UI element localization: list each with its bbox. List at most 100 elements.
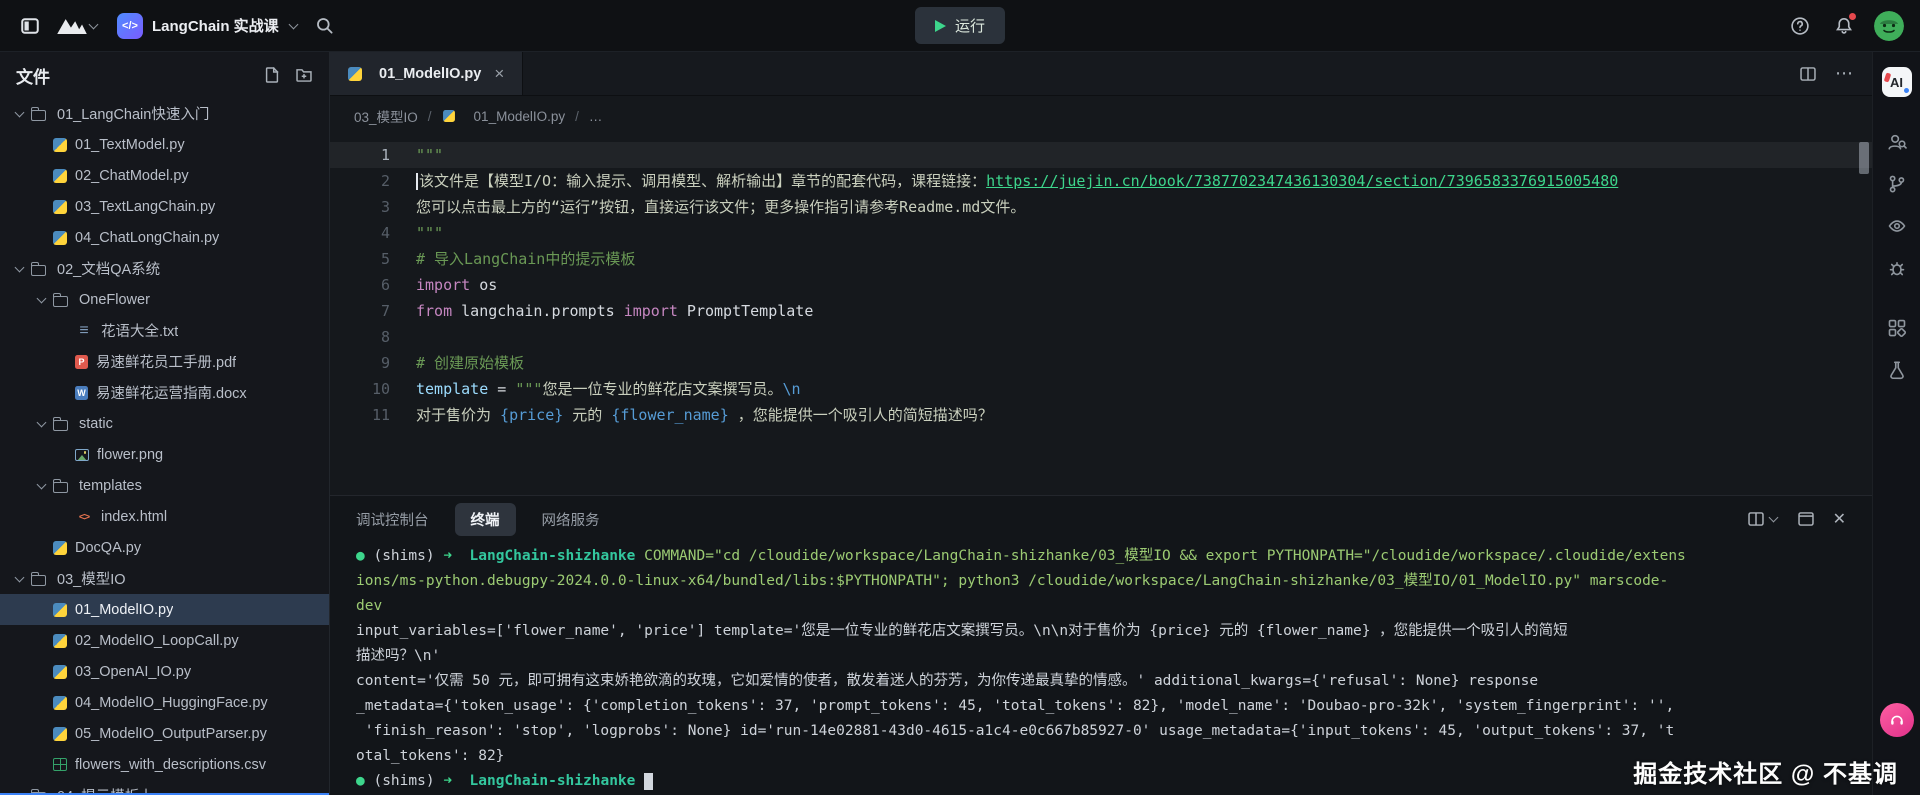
- close-panel-icon[interactable]: ✕: [1833, 509, 1846, 529]
- more-actions-icon[interactable]: ⋯: [1835, 63, 1854, 84]
- code-token: 元的: [563, 406, 611, 424]
- tree-file-item[interactable]: 03_OpenAI_IO.py: [0, 656, 329, 687]
- code-token: {flower_name}: [611, 406, 728, 424]
- panel-tab[interactable]: 终端: [455, 503, 516, 536]
- panel-tab[interactable]: 调试控制台: [356, 509, 429, 530]
- tree-file-item[interactable]: 02_ChatModel.py: [0, 160, 329, 191]
- code-line[interactable]: 9# 创建原始模板: [330, 350, 1872, 376]
- app-logo-icon[interactable]: [56, 16, 99, 35]
- pdf-icon: [75, 355, 88, 369]
- tree-folder-item[interactable]: static: [0, 408, 329, 439]
- code-text: from langchain.prompts import PromptTemp…: [390, 298, 813, 324]
- terminal-line: 'finish_reason': 'stop', 'logprobs': Non…: [356, 719, 1872, 744]
- py-icon: [53, 200, 67, 214]
- terminal-line: ions/ms-python.debugpy-2024.0.0-linux-x6…: [356, 569, 1872, 594]
- code-line[interactable]: 10template = """您是一位专业的鲜花店文案撰写员。\n: [330, 376, 1872, 402]
- run-button[interactable]: 运行: [915, 7, 1005, 44]
- terminal-token: COMMAND="cd /cloudide/workspace/LangChai…: [644, 548, 1686, 564]
- breadcrumb-folder[interactable]: 03_模型IO: [354, 106, 418, 126]
- tree-file-item[interactable]: 易速鲜花员工手册.pdf: [0, 346, 329, 377]
- code-line[interactable]: 11对于售价为 {price} 元的 {flower_name} ，您能提供一个…: [330, 402, 1872, 428]
- maximize-panel-icon[interactable]: [1797, 510, 1815, 528]
- close-icon[interactable]: ×: [494, 64, 504, 84]
- notification-dot: [1849, 13, 1856, 20]
- code-line[interactable]: 2该文件是【模型I/O：输入提示、调用模型、解析输出】章节的配套代码，课程链接：…: [330, 168, 1872, 194]
- tree-item-label: 03_模型IO: [57, 568, 126, 589]
- top-bar: </> LangChain 实战课 运行: [0, 0, 1920, 52]
- code-token: langchain.prompts: [452, 302, 624, 320]
- editor-tab[interactable]: 01_ModelIO.py ×: [330, 52, 523, 95]
- tree-folder-item[interactable]: 02_文档QA系统: [0, 253, 329, 284]
- user-search-icon[interactable]: [1877, 122, 1917, 162]
- split-editor-icon[interactable]: [1799, 65, 1817, 83]
- test-flask-icon[interactable]: [1877, 350, 1917, 390]
- terminal-line: ● (shims) ➜ LangChain-shizhanke COMMAND=…: [356, 544, 1872, 569]
- preview-eye-icon[interactable]: [1877, 206, 1917, 246]
- code-line[interactable]: 7from langchain.prompts import PromptTem…: [330, 298, 1872, 324]
- git-branch-icon[interactable]: [1877, 164, 1917, 204]
- tree-file-item[interactable]: 01_ModelIO.py: [0, 594, 329, 625]
- breadcrumb: 03_模型IO / 01_ModelIO.py / …: [330, 96, 1872, 136]
- code-token: # 导入LangChain中的提示模板: [416, 250, 635, 268]
- split-terminal-icon[interactable]: [1747, 510, 1779, 528]
- debug-bug-icon[interactable]: [1877, 248, 1917, 288]
- tree-item-label: 05_ModelIO_OutputParser.py: [75, 726, 267, 742]
- file-explorer: 文件 01_LangCha: [0, 52, 330, 795]
- terminal-token: ●: [356, 548, 365, 564]
- code-line[interactable]: 6import os: [330, 272, 1872, 298]
- search-icon[interactable]: [311, 12, 339, 40]
- python-file-icon: [348, 67, 362, 81]
- breadcrumb-separator: /: [575, 109, 579, 124]
- code-line[interactable]: 8: [330, 324, 1872, 350]
- tree-folder-item[interactable]: 03_模型IO: [0, 563, 329, 594]
- code-editor[interactable]: 1"""2该文件是【模型I/O：输入提示、调用模型、解析输出】章节的配套代码，课…: [330, 136, 1872, 495]
- tree-folder-item[interactable]: 01_LangChain快速入门: [0, 98, 329, 129]
- tree-file-item[interactable]: 04_ChatLongChain.py: [0, 222, 329, 253]
- tree-file-item[interactable]: index.html: [0, 501, 329, 532]
- tree-item-label: DocQA.py: [75, 540, 141, 556]
- terminal-line: _metadata={'token_usage': {'completion_t…: [356, 694, 1872, 719]
- tree-file-item[interactable]: 02_ModelIO_LoopCall.py: [0, 625, 329, 656]
- code-line[interactable]: 4""": [330, 220, 1872, 246]
- tree-file-item[interactable]: DocQA.py: [0, 532, 329, 563]
- tree-file-item[interactable]: flower.png: [0, 439, 329, 470]
- sidebar-toggle-icon[interactable]: [16, 12, 44, 40]
- course-link[interactable]: https://juejin.cn/book/73877023474361303…: [986, 172, 1618, 190]
- line-number: 7: [330, 298, 390, 324]
- tree-file-item[interactable]: 05_ModelIO_OutputParser.py: [0, 718, 329, 749]
- panel-tab[interactable]: 网络服务: [542, 509, 600, 530]
- editor-region: 01_ModelIO.py × ⋯ 03_模型IO / 01_ModelIO.p…: [330, 52, 1872, 795]
- tree-file-item[interactable]: flowers_with_descriptions.csv: [0, 749, 329, 780]
- scrollbar-thumb[interactable]: [1859, 142, 1869, 174]
- tree-file-item[interactable]: 03_TextLangChain.py: [0, 191, 329, 222]
- py-icon: [53, 634, 67, 648]
- code-text: [390, 324, 416, 350]
- tree-folder-item[interactable]: templates: [0, 470, 329, 501]
- new-file-icon[interactable]: [263, 66, 281, 84]
- terminal-token: LangChain-shizhanke: [470, 548, 636, 564]
- tree-file-item[interactable]: 04_ModelIO_HuggingFace.py: [0, 687, 329, 718]
- tree-item-label: flower.png: [97, 447, 163, 463]
- tree-file-item[interactable]: 01_TextModel.py: [0, 129, 329, 160]
- extensions-icon[interactable]: [1877, 308, 1917, 348]
- support-chat-button[interactable]: [1880, 703, 1914, 737]
- terminal-cursor: [644, 773, 653, 790]
- chevron-down-icon: [37, 479, 47, 489]
- project-switcher[interactable]: </> LangChain 实战课: [117, 13, 299, 39]
- notifications-bell-icon[interactable]: [1830, 12, 1858, 40]
- tree-file-item[interactable]: 花语大全.txt: [0, 315, 329, 346]
- new-folder-icon[interactable]: [295, 66, 313, 84]
- tree-file-item[interactable]: 易速鲜花运营指南.docx: [0, 377, 329, 408]
- breadcrumb-file[interactable]: 01_ModelIO.py: [474, 109, 566, 124]
- code-line[interactable]: 1""": [330, 142, 1872, 168]
- code-line[interactable]: 5# 导入LangChain中的提示模板: [330, 246, 1872, 272]
- ai-assistant-button[interactable]: AI: [1877, 62, 1917, 102]
- code-token: =: [488, 380, 515, 398]
- csv-icon: [53, 758, 67, 771]
- help-icon[interactable]: [1786, 12, 1814, 40]
- user-avatar[interactable]: [1874, 11, 1904, 41]
- tree-folder-item[interactable]: OneFlower: [0, 284, 329, 315]
- panel-tabs-list: 调试控制台 终端 网络服务: [356, 503, 600, 536]
- breadcrumb-more[interactable]: …: [589, 109, 603, 124]
- code-line[interactable]: 3您可以点击最上方的“运行”按钮，直接运行该文件；更多操作指引请参考Readme…: [330, 194, 1872, 220]
